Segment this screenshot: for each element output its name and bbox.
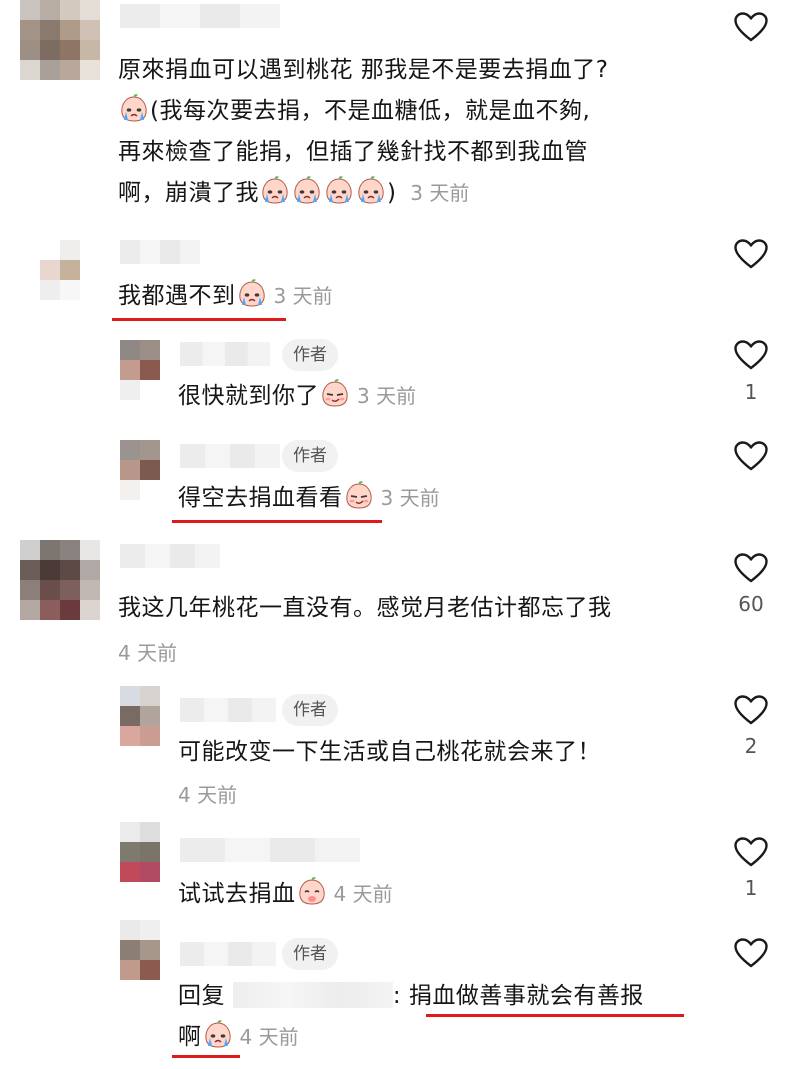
username-blurred[interactable] (180, 942, 276, 966)
smug-peach-emoji (320, 378, 350, 408)
shy-peach-emoji (297, 876, 327, 906)
smug-peach-emoji (344, 480, 374, 510)
comment-text: 试试去捐血 4 天前 (178, 874, 393, 915)
heart-outline-icon[interactable] (734, 340, 768, 370)
crying-peach-emoji (237, 278, 267, 308)
comment-text: 我都遇不到 3 天前 (118, 276, 333, 317)
avatar[interactable] (100, 440, 160, 500)
heart-outline-icon[interactable] (734, 837, 768, 867)
avatar[interactable] (40, 240, 100, 300)
comment-text: 回复 : 捐血做善事就会有善报 啊4 天前 (178, 982, 644, 1050)
comment-text: 我这几年桃花一直没有。感觉月老估计都忘了我 (118, 595, 612, 621)
author-badge: 作者 (282, 694, 338, 726)
timestamp: 3 天前 (410, 181, 470, 205)
timestamp: 3 天前 (273, 284, 333, 308)
like-count: 60 (738, 592, 764, 616)
red-underline-annotation (112, 318, 286, 321)
crying-peach-emoji (203, 1019, 233, 1049)
username-blurred[interactable] (120, 544, 220, 568)
red-underline-annotation (172, 520, 382, 523)
avatar[interactable] (100, 920, 160, 980)
comment-text: 原來捐血可以遇到桃花 那我是不是要去捐血了? (我每次要去捐，不是血糖低，就是血… (118, 57, 609, 206)
crying-peach-emoji (356, 175, 386, 205)
avatar[interactable] (100, 340, 160, 400)
comment-text: 得空去捐血看看 3 天前 (178, 478, 440, 519)
username-blurred[interactable] (180, 838, 360, 862)
avatar[interactable] (100, 822, 160, 882)
heart-outline-icon[interactable] (734, 441, 768, 471)
crying-peach-emoji (324, 175, 354, 205)
crying-peach-emoji (292, 175, 322, 205)
timestamp: 4 天前 (239, 1025, 299, 1049)
mention-username-blurred[interactable] (232, 982, 393, 1008)
heart-outline-icon[interactable] (734, 553, 768, 583)
timestamp: 3 天前 (380, 486, 440, 510)
red-underline-annotation (426, 1014, 684, 1017)
comment-text: 可能改变一下生活或自己桃花就会来了！ (178, 739, 601, 765)
timestamp: 4 天前 (333, 882, 393, 906)
username-blurred[interactable] (180, 698, 276, 722)
heart-outline-icon[interactable] (734, 695, 768, 725)
heart-outline-icon[interactable] (734, 12, 768, 42)
author-badge: 作者 (282, 339, 338, 371)
avatar[interactable] (100, 686, 160, 746)
username-blurred[interactable] (180, 342, 270, 366)
heart-outline-icon[interactable] (734, 239, 768, 269)
comment-text: 很快就到你了 3 天前 (178, 376, 416, 417)
timestamp: 4 天前 (118, 641, 178, 665)
crying-peach-emoji (260, 175, 290, 205)
avatar[interactable] (20, 0, 100, 80)
timestamp: 3 天前 (357, 384, 417, 408)
red-underline-annotation (172, 1055, 240, 1058)
crying-peach-emoji (119, 93, 149, 123)
like-count: 1 (744, 380, 758, 404)
username-blurred[interactable] (180, 444, 280, 468)
avatar[interactable] (20, 540, 100, 620)
like-count: 1 (744, 876, 758, 900)
username-blurred[interactable] (120, 4, 280, 28)
username-blurred[interactable] (120, 240, 200, 264)
author-badge: 作者 (282, 938, 338, 970)
like-count: 2 (744, 734, 758, 758)
heart-outline-icon[interactable] (734, 938, 768, 968)
timestamp: 4 天前 (178, 783, 238, 807)
reply-prefix: 回复 (178, 983, 225, 1009)
author-badge: 作者 (282, 440, 338, 472)
